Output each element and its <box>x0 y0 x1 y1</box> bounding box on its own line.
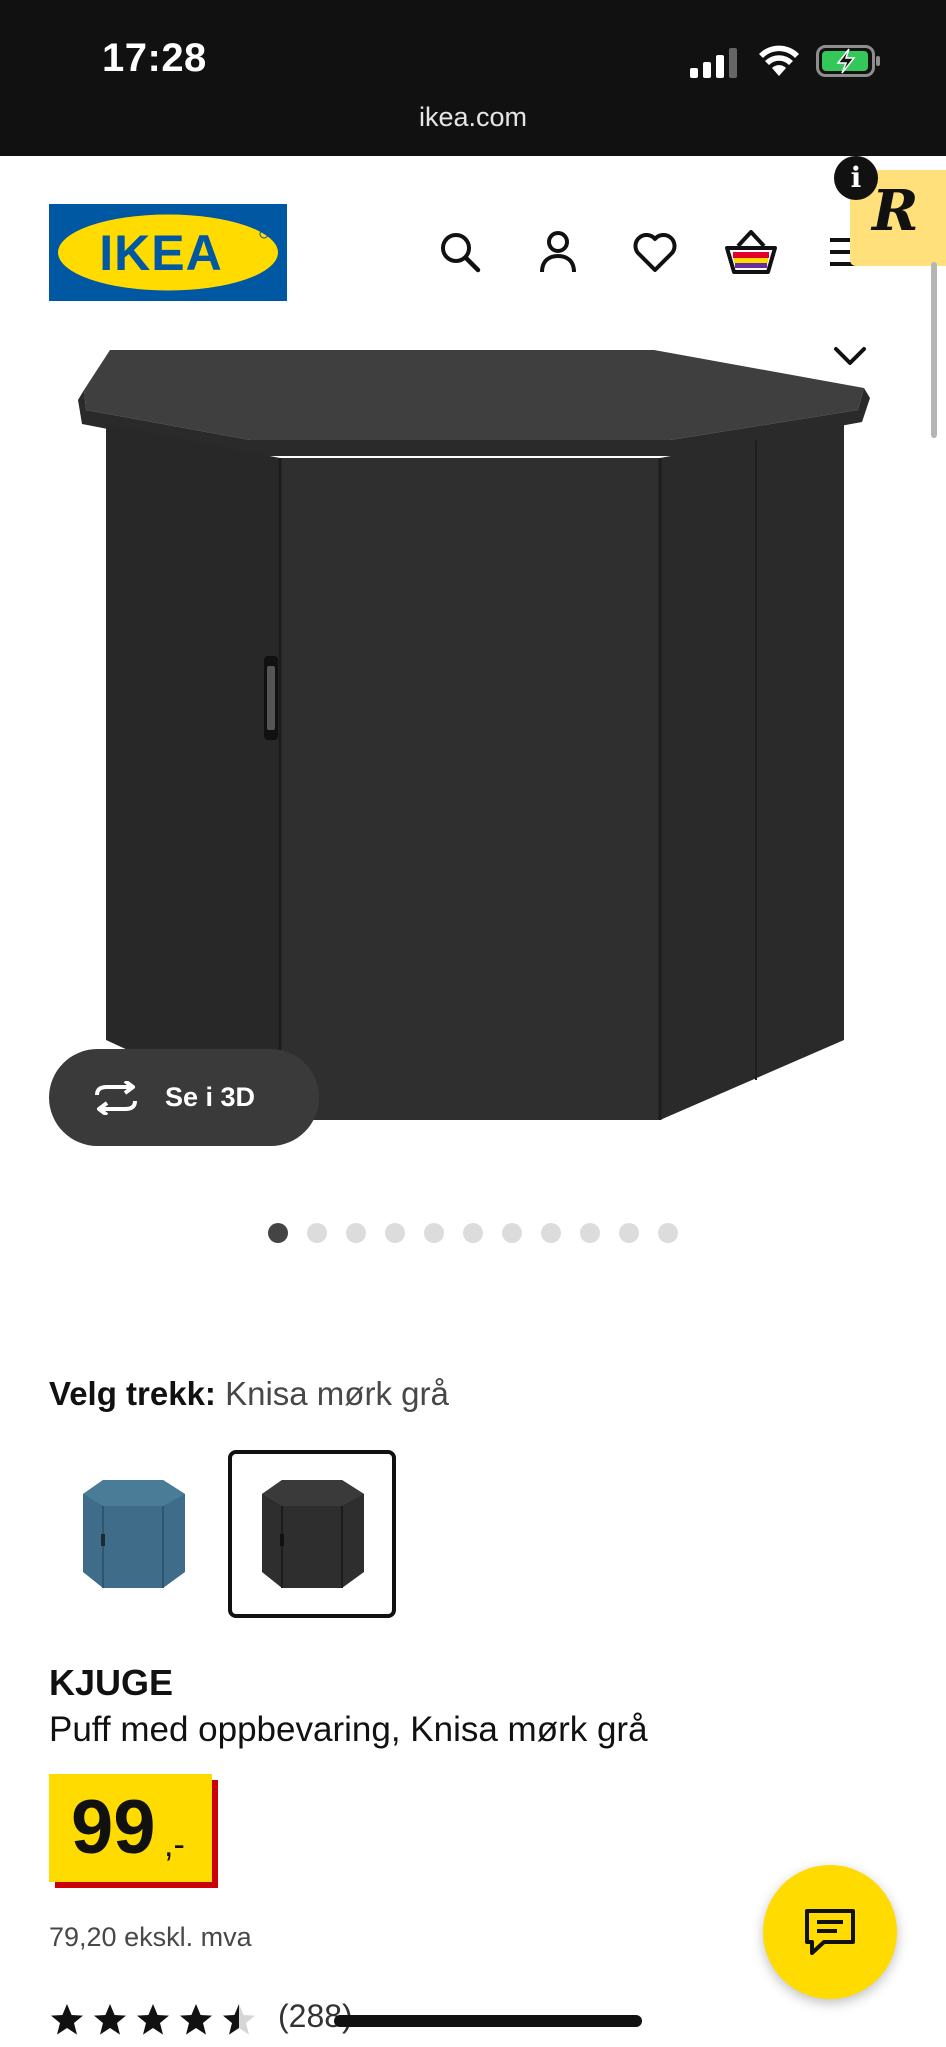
product-description: Puff med oppbevaring, Knisa mørk grå <box>49 1710 648 1749</box>
star-icon <box>51 2004 83 2035</box>
star-icon <box>94 2004 126 2035</box>
signal-icon <box>690 48 737 78</box>
carousel-dot[interactable] <box>463 1223 483 1243</box>
carousel-dot[interactable] <box>619 1223 639 1243</box>
carousel-dot[interactable] <box>385 1223 405 1243</box>
view-3d-label: Se i 3D <box>165 1082 256 1112</box>
view-in-3d-button[interactable]: Se i 3D <box>49 1049 319 1146</box>
price-box: 99 ,- <box>49 1774 212 1882</box>
search-icon[interactable] <box>436 228 484 276</box>
status-bar: 17:28 ikea.com <box>0 0 946 156</box>
variant-selector-label: Velg trekk: Knisa mørk grå <box>49 1375 449 1413</box>
carousel-dot[interactable] <box>424 1223 444 1243</box>
wifi-icon <box>759 45 799 76</box>
chat-icon <box>805 1909 855 1955</box>
price-integer: 99 <box>71 1785 156 1870</box>
variant-value: Knisa mørk grå <box>215 1375 449 1412</box>
carousel-dot[interactable] <box>658 1223 678 1243</box>
product-name: KJUGE <box>49 1662 174 1703</box>
home-indicator <box>334 2015 642 2027</box>
address-bar-url[interactable]: ikea.com <box>0 102 946 133</box>
carousel-dot[interactable] <box>580 1223 600 1243</box>
info-icon[interactable]: i <box>834 156 878 200</box>
carousel-dot[interactable] <box>502 1223 522 1243</box>
price-ex-vat: 79,20 ekskl. mva <box>49 1922 252 1952</box>
chat-button[interactable] <box>763 1865 897 1999</box>
rotate-3d-icon <box>95 1080 137 1115</box>
variant-label: Velg trekk: <box>49 1375 216 1412</box>
carousel-dot[interactable] <box>268 1223 288 1243</box>
carousel-dot[interactable] <box>541 1223 561 1243</box>
extension-badge-letter: R <box>872 178 919 244</box>
user-icon[interactable] <box>534 228 582 276</box>
product-image[interactable] <box>26 340 906 1120</box>
heart-icon[interactable] <box>631 228 679 276</box>
cart-icon[interactable] <box>724 226 778 278</box>
star-icon <box>180 2004 212 2035</box>
variant-swatch-blue[interactable] <box>49 1450 217 1618</box>
carousel-dot[interactable] <box>307 1223 327 1243</box>
scrollbar[interactable] <box>931 262 937 438</box>
star-icon <box>137 2004 169 2035</box>
variant-swatch-dark-grey[interactable] <box>228 1450 396 1618</box>
logo-text: IKEA <box>99 225 222 281</box>
rating-stars[interactable] <box>49 2002 259 2038</box>
ikea-logo[interactable]: IKEA <box>49 204 287 301</box>
price-suffix: ,- <box>164 1826 185 1864</box>
battery-charging-icon <box>816 45 880 77</box>
image-carousel-dots[interactable] <box>268 1223 678 1245</box>
carousel-dot[interactable] <box>346 1223 366 1243</box>
status-time: 17:28 <box>102 36 207 80</box>
